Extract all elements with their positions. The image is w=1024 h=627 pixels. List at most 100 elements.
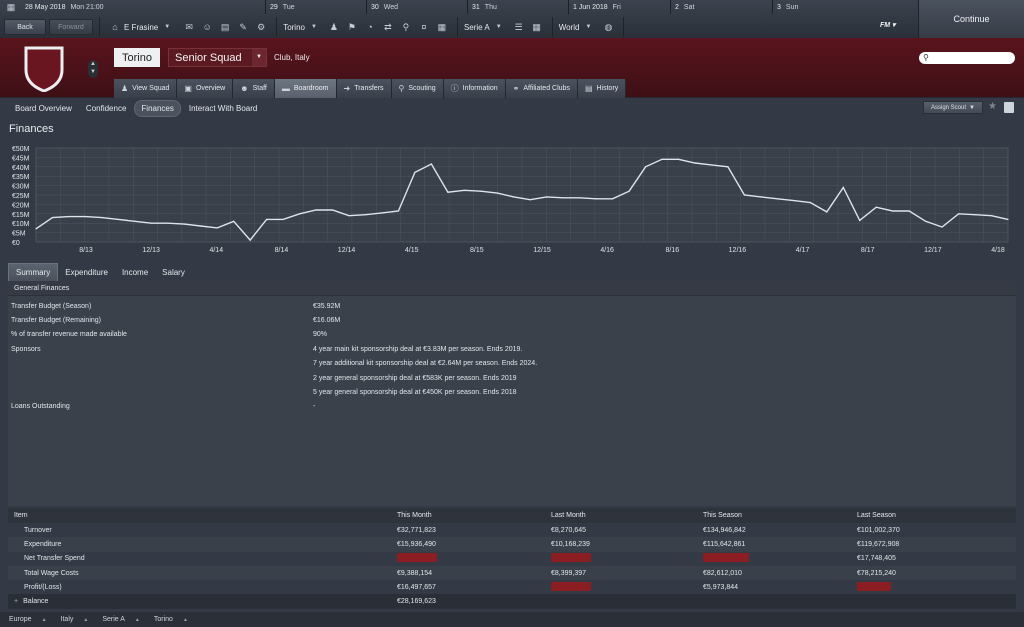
league-table-icon[interactable]: ☰ — [514, 22, 524, 32]
tab-affiliated-clubs[interactable]: ⚭ Affiliated Clubs — [505, 79, 578, 98]
table-row[interactable]: Turnover €32,771,823 €8,270,645 €134,946,84… — [8, 523, 1016, 537]
table-row[interactable]: Profit/(Loss) €16,497,657 €5,973,844 — [8, 580, 1016, 594]
data-point — [364, 214, 367, 216]
profile-icon[interactable]: ☺ — [202, 22, 212, 32]
y-tick-label: €40M — [12, 165, 30, 172]
data-point — [216, 227, 218, 229]
tab-history[interactable]: ▤ History — [577, 79, 627, 98]
clipboard-icon[interactable]: ▤ — [220, 22, 230, 32]
table-row[interactable]: Total Wage Costs €9,388,154 €8,399,397 €82,… — [8, 565, 1016, 581]
inbox-icon[interactable]: ✉ — [184, 22, 194, 32]
current-date[interactable]: ▦ 28 May 2018 Mon 21:00 — [0, 0, 265, 14]
finance-label: Transfer Budget (Remaining) — [11, 317, 102, 324]
notes-icon[interactable] — [1004, 102, 1014, 113]
data-point — [266, 218, 268, 221]
tactics-icon[interactable]: ⚑ — [347, 22, 357, 32]
training-icon[interactable]: ◔ — [365, 22, 375, 32]
star-icon[interactable]: ★ — [988, 101, 997, 112]
x-tick-label: 8/14 — [275, 247, 289, 254]
world-dropdown[interactable]: World ▼ — [559, 23, 592, 32]
data-point — [908, 210, 910, 212]
plus-icon[interactable]: + — [14, 598, 18, 605]
back-button[interactable]: Back — [4, 19, 46, 35]
data-point — [529, 199, 531, 201]
tab-salary[interactable]: Salary — [155, 263, 192, 281]
subnav-confidence[interactable]: Confidence — [80, 101, 132, 116]
calendar-day[interactable]: 30 Wed — [366, 0, 467, 14]
notes-icon[interactable]: ✎ — [238, 22, 248, 32]
breadcrumb-serie-a[interactable]: Serie A — [102, 616, 125, 623]
negative-value-badge — [397, 553, 437, 563]
tab-scouting[interactable]: ⚲ Scouting — [391, 79, 444, 98]
negative-value-badge — [551, 581, 591, 591]
breadcrumb-italy[interactable]: Italy — [61, 616, 74, 623]
search-input[interactable]: ⚲ — [919, 52, 1015, 64]
subnav-board-overview[interactable]: Board Overview — [9, 101, 78, 116]
data-point — [68, 216, 70, 218]
finance-value: €35.92M — [313, 303, 341, 310]
calendar-day[interactable]: 1 Jun 2018 Fri — [568, 0, 670, 14]
finances-chart: €50M €45M €40M €35M €30M €25M €20M €15M €10M €5M €… — [12, 146, 1009, 254]
data-point — [562, 197, 564, 199]
forward-button[interactable]: Forward — [49, 19, 93, 35]
subnav-finances[interactable]: Finances — [134, 99, 181, 117]
club-switch-arrows[interactable]: ▲ ▼ — [88, 60, 98, 78]
squad-selector[interactable]: Senior Squad ▼ — [168, 48, 267, 67]
data-point — [101, 216, 103, 219]
transfers-icon[interactable]: ⇄ — [383, 22, 393, 32]
calendar-day[interactable]: 3 Sun — [772, 0, 918, 14]
fm-menu[interactable]: FM ▾ — [880, 21, 896, 29]
tab-summary[interactable]: Summary — [8, 263, 59, 281]
fixtures-icon[interactable]: ▦ — [532, 22, 542, 32]
tab-income[interactable]: Income — [115, 263, 155, 281]
tab-information[interactable]: ⓘ Information — [443, 79, 506, 98]
table-row-balance[interactable]: + Balance €28,169,623 — [8, 594, 1016, 609]
calendar-day[interactable]: 2 Sat — [670, 0, 772, 14]
calendar-day[interactable]: 29 Tue — [265, 0, 366, 14]
squad-icon[interactable]: ♟ — [329, 22, 339, 32]
tab-overview[interactable]: ▣ Overview — [177, 79, 234, 98]
table-row[interactable]: Net Transfer Spend €17,748,405 — [8, 552, 1016, 566]
chevron-up-icon: ▲ — [182, 616, 188, 623]
manager-dropdown[interactable]: E Frasine ▼ — [124, 23, 170, 32]
finances-icon[interactable]: ¤ — [419, 22, 429, 32]
club-tabs: ♟ View Squad ▣ Overview ☻ Staff ▬ Boardroom … — [114, 79, 627, 98]
competition-dropdown[interactable]: Serie A ▼ — [464, 23, 502, 32]
finance-value: 4 year main kit sponsorship deal at €3.8… — [313, 346, 523, 353]
data-point — [694, 162, 696, 164]
tab-boardroom[interactable]: ▬ Boardroom — [274, 79, 337, 98]
link-icon: ⚭ — [512, 84, 520, 93]
club-name[interactable]: Torino — [114, 48, 160, 67]
finance-label: Sponsors — [11, 346, 41, 353]
data-point — [628, 190, 630, 192]
breadcrumb-torino[interactable]: Torino — [154, 616, 173, 623]
tab-transfers[interactable]: ➜ Transfers — [336, 79, 392, 98]
assign-scout-button[interactable]: Assign Scout ▼ — [923, 101, 983, 114]
club-dropdown[interactable]: Torino ▼ — [283, 23, 317, 32]
calendar-day[interactable]: 31 Thu — [467, 0, 568, 14]
tab-view-squad[interactable]: ♟ View Squad — [114, 79, 178, 98]
tab-staff[interactable]: ☻ Staff — [233, 79, 275, 98]
subnav-interact-with-board[interactable]: Interact With Board — [183, 101, 263, 116]
finance-value: 7 year additional kit sponsorship deal a… — [313, 360, 538, 367]
continue-button[interactable]: Continue — [918, 0, 1024, 38]
data-point — [414, 171, 416, 174]
data-point — [51, 216, 54, 219]
data-point — [480, 190, 482, 192]
news-icon[interactable]: ▦ — [437, 22, 447, 32]
x-tick-label: 12/13 — [142, 247, 160, 254]
settings-icon[interactable]: ⚙ — [256, 22, 266, 32]
tab-expenditure[interactable]: Expenditure — [58, 263, 115, 281]
data-point — [859, 219, 861, 221]
y-tick-label: €0 — [12, 240, 20, 247]
club-info: Club, Italy — [274, 53, 310, 62]
breadcrumb-europe[interactable]: Europe — [9, 616, 32, 623]
globe-icon[interactable]: ◍ — [603, 22, 613, 32]
chevron-up-icon: ▲ — [134, 616, 140, 623]
home-icon[interactable]: ⌂ — [110, 22, 120, 32]
scouting-icon[interactable]: ⚲ — [401, 22, 411, 32]
table-row[interactable]: Expenditure €15,936,490 €10,168,239 €115,64… — [8, 537, 1016, 552]
data-point — [842, 186, 844, 189]
x-tick-label: 8/16 — [665, 247, 679, 254]
chevron-up-icon: ▲ — [83, 616, 89, 623]
